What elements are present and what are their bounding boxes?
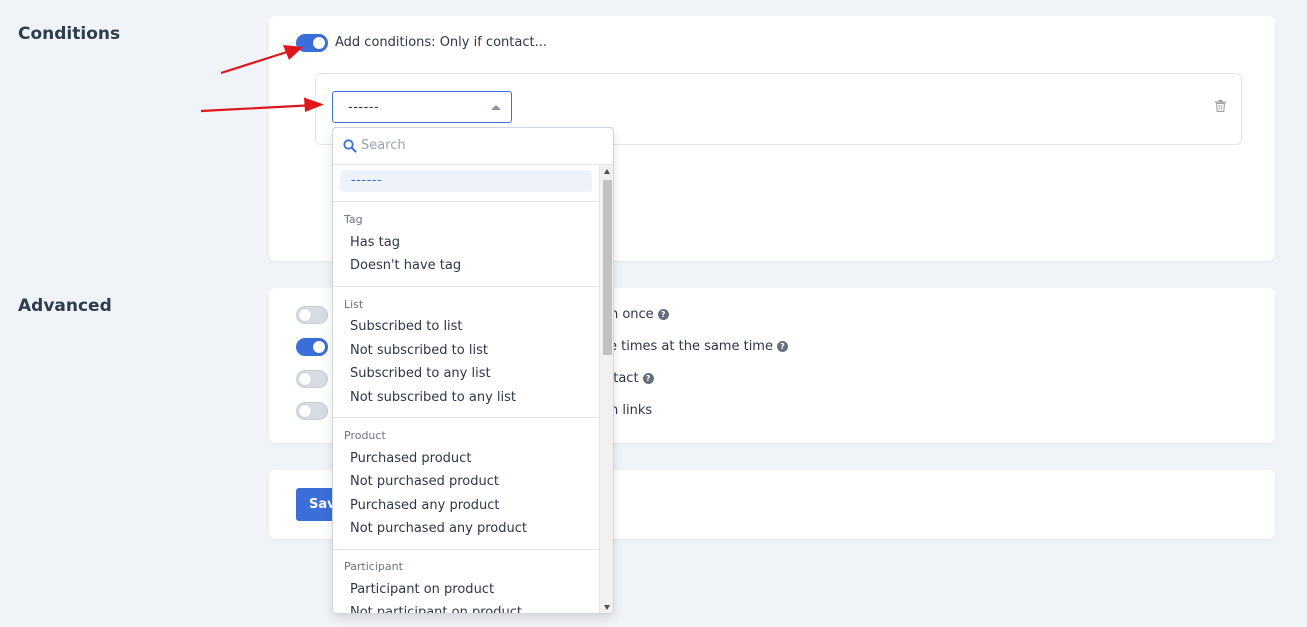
- add-conditions-label: Add conditions: Only if contact...: [335, 35, 547, 50]
- group-label-participant: Participant: [344, 560, 403, 573]
- annotation-arrow-icon: [220, 45, 303, 75]
- dropdown-option-selected[interactable]: ------: [340, 170, 592, 192]
- option-participant-on-product[interactable]: Participant on product: [350, 582, 494, 597]
- group-divider: [333, 201, 599, 202]
- group-label-product: Product: [344, 429, 386, 442]
- conditions-title: Conditions: [18, 24, 121, 44]
- option-purchased-product[interactable]: Purchased product: [350, 451, 471, 466]
- group-divider: [333, 417, 599, 418]
- caret-up-icon: [491, 105, 501, 110]
- condition-select[interactable]: ------: [332, 91, 512, 123]
- advanced-toggle-4[interactable]: [296, 402, 328, 420]
- condition-select-value: ------: [348, 100, 380, 115]
- condition-dropdown: Search ------ Tag Has tag Doesn't have t…: [332, 127, 614, 614]
- dropdown-scrollbar[interactable]: [599, 165, 613, 613]
- option-not-purchased-product[interactable]: Not purchased product: [350, 474, 499, 489]
- advanced-title: Advanced: [18, 296, 112, 316]
- group-label-list: List: [344, 298, 364, 311]
- annotation-arrow-icon: [200, 97, 324, 113]
- help-icon[interactable]: ?: [776, 341, 788, 352]
- option-subscribed-to-list[interactable]: Subscribed to list: [350, 319, 463, 334]
- help-icon[interactable]: ?: [642, 373, 654, 384]
- group-label-tag: Tag: [344, 213, 363, 226]
- dropdown-search[interactable]: Search: [333, 128, 613, 165]
- group-divider: [333, 549, 599, 550]
- help-icon[interactable]: ?: [657, 309, 669, 320]
- advanced-option-4-label: n links: [610, 403, 653, 418]
- advanced-toggle-2[interactable]: [296, 338, 328, 356]
- scroll-up-icon[interactable]: [604, 169, 610, 174]
- option-has-tag[interactable]: Has tag: [350, 235, 400, 250]
- option-doesnt-have-tag[interactable]: Doesn't have tag: [350, 258, 461, 273]
- option-purchased-any-product[interactable]: Purchased any product: [350, 498, 499, 513]
- trash-icon[interactable]: [1215, 100, 1226, 112]
- advanced-toggle-3[interactable]: [296, 370, 328, 388]
- search-icon: [343, 139, 357, 153]
- scroll-down-icon[interactable]: [604, 605, 610, 610]
- group-divider: [333, 286, 599, 287]
- option-not-purchased-any-product[interactable]: Not purchased any product: [350, 521, 527, 536]
- option-not-subscribed-to-list[interactable]: Not subscribed to list: [350, 343, 488, 358]
- option-not-subscribed-to-any-list[interactable]: Not subscribed to any list: [350, 390, 516, 405]
- option-subscribed-to-any-list[interactable]: Subscribed to any list: [350, 366, 491, 381]
- dropdown-list: ------ Tag Has tag Doesn't have tag List…: [333, 165, 599, 613]
- option-not-participant-on-product[interactable]: Not participant on product: [350, 605, 522, 613]
- advanced-toggle-1[interactable]: [296, 306, 328, 324]
- search-placeholder: Search: [361, 138, 406, 153]
- advanced-option-2-label: e times at the same time?: [609, 339, 788, 354]
- scroll-thumb[interactable]: [603, 180, 612, 355]
